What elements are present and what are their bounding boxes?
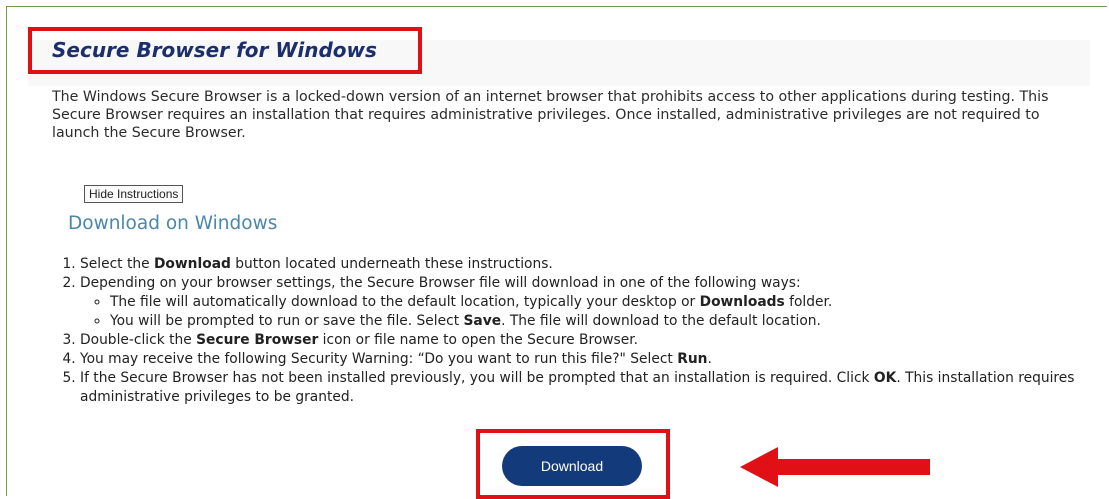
sub-step-list: The file will automatically download to … xyxy=(80,293,1100,331)
step-text: Select the xyxy=(80,256,154,272)
step-bold-text: Run xyxy=(677,351,708,367)
hide-instructions-button[interactable]: Hide Instructions xyxy=(84,185,184,203)
download-on-windows-heading: Download on Windows xyxy=(68,213,278,234)
title-highlight-box xyxy=(28,27,422,74)
instruction-step: You may receive the following Security W… xyxy=(80,350,1100,369)
step-text: . The file will download to the default … xyxy=(501,313,821,329)
sub-step: The file will automatically download to … xyxy=(110,293,1100,312)
instruction-step: If the Secure Browser has not been insta… xyxy=(80,369,1100,407)
step-text: Double-click the xyxy=(80,332,197,348)
instruction-step: Double-click the Secure Browser icon or … xyxy=(80,331,1100,350)
step-bold-text: Download xyxy=(153,256,231,272)
step-text: You will be prompted to run or save the … xyxy=(110,313,464,329)
step-text: . xyxy=(707,351,712,367)
step-bold-text: Save xyxy=(463,313,502,329)
step-text: You may receive the following Security W… xyxy=(80,351,678,367)
step-text: icon or file name to open the Secure Bro… xyxy=(318,332,639,348)
step-bold-text: Downloads xyxy=(699,294,785,310)
intro-paragraph: The Windows Secure Browser is a locked-d… xyxy=(52,89,1049,141)
step-text: button located underneath these instruct… xyxy=(230,256,553,272)
instruction-list: Select the Download button located under… xyxy=(60,255,1100,407)
instruction-step: Select the Download button located under… xyxy=(80,255,1100,274)
step-text: folder. xyxy=(784,294,833,310)
step-bold-text: Secure Browser xyxy=(196,332,319,348)
download-button[interactable]: Download xyxy=(502,446,642,486)
step-text: Depending on your browser settings, the … xyxy=(80,275,801,291)
step-bold-text: OK xyxy=(873,370,897,386)
step-text: If the Secure Browser has not been insta… xyxy=(80,370,874,386)
instruction-step: Depending on your browser settings, the … xyxy=(80,274,1100,331)
step-text: The file will automatically download to … xyxy=(110,294,700,310)
red-arrow-icon xyxy=(740,447,930,487)
sub-step: You will be prompted to run or save the … xyxy=(110,312,1100,331)
